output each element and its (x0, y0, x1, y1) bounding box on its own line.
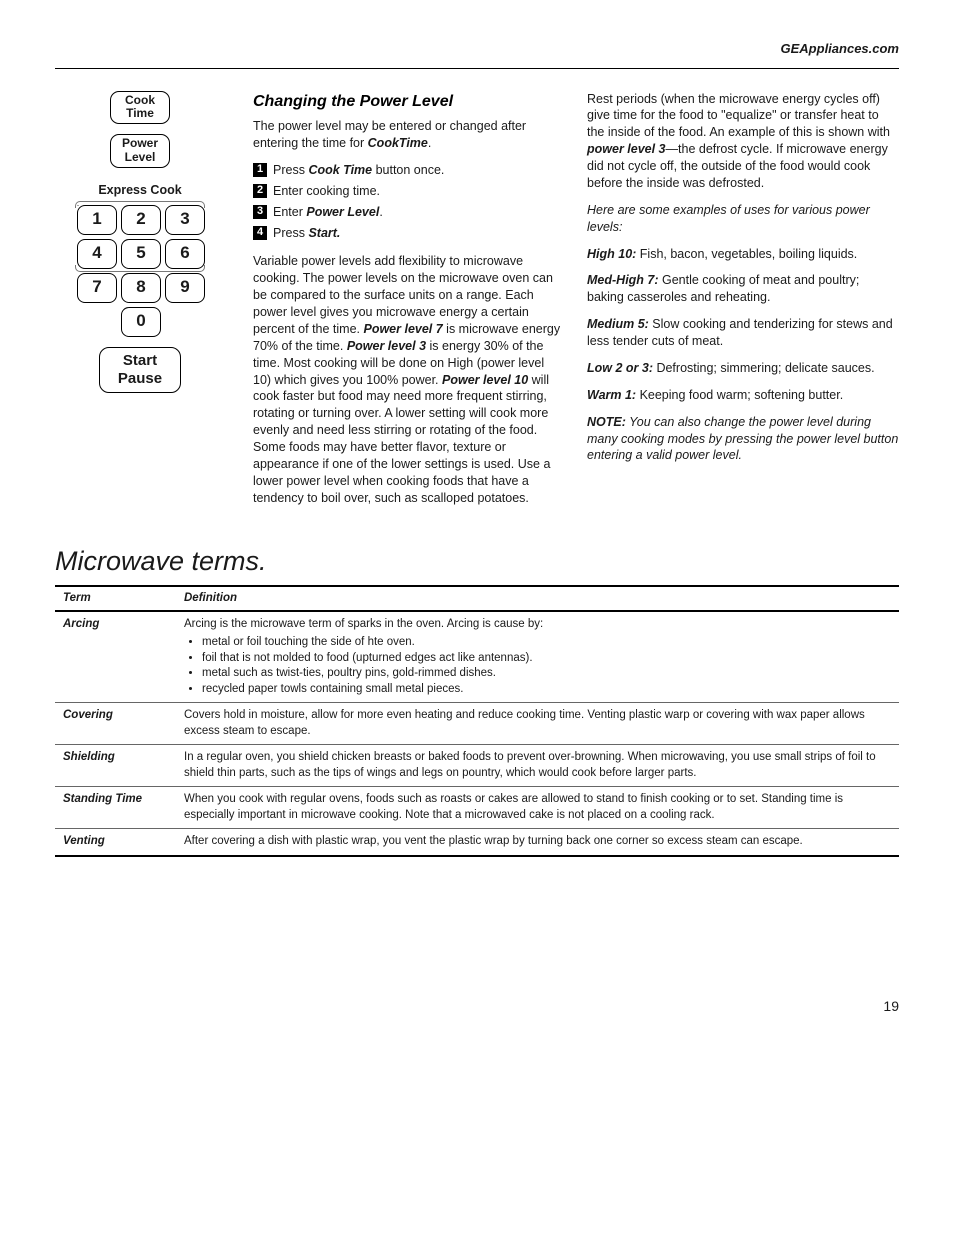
terms-table: Term Definition Arcing Arcing is the mic… (55, 585, 899, 857)
header-url: GEAppliances.com (55, 40, 899, 69)
section-title: Changing the Power Level (253, 91, 565, 113)
table-row: Standing Time When you cook with regular… (55, 787, 899, 829)
step-number-icon: 4 (253, 226, 267, 240)
control-panel-illustration: Cook Time Power Level Express Cook 1 2 3… (55, 91, 225, 517)
power-level-button: Power Level (110, 134, 170, 168)
level-medium5: Medium 5: Slow cooking and tenderizing f… (587, 316, 899, 350)
page-number: 19 (55, 997, 899, 1016)
table-row: Covering Covers hold in moisture, allow … (55, 703, 899, 745)
rest-periods-paragraph: Rest periods (when the microwave energy … (587, 91, 899, 192)
table-row: Arcing Arcing is the microwave term of s… (55, 611, 899, 702)
step-2: 2Enter cooking time. (253, 183, 565, 200)
step-number-icon: 1 (253, 163, 267, 177)
key-2: 2 (121, 205, 161, 235)
numeric-keypad: 1 2 3 4 5 6 7 8 9 0 (77, 205, 203, 337)
table-row: Venting After covering a dish with plast… (55, 829, 899, 856)
level-high10: High 10: Fish, bacon, vegetables, boilin… (587, 246, 899, 263)
level-warm1: Warm 1: Keeping food warm; softening but… (587, 387, 899, 404)
step-number-icon: 3 (253, 205, 267, 219)
col-header-term: Term (55, 586, 176, 612)
microwave-terms-heading: Microwave terms. (55, 543, 899, 579)
key-8: 8 (121, 273, 161, 303)
right-column: Rest periods (when the microwave energy … (587, 91, 899, 517)
key-9: 9 (165, 273, 205, 303)
step-number-icon: 2 (253, 184, 267, 198)
level-medhigh7: Med-High 7: Gentle cooking of meat and p… (587, 272, 899, 306)
start-pause-button: Start Pause (99, 347, 181, 393)
key-0: 0 (121, 307, 161, 337)
step-1: 1Press Cook Time button once. (253, 162, 565, 179)
express-cook-label: Express Cook (55, 182, 225, 199)
col-header-definition: Definition (176, 586, 899, 612)
key-3: 3 (165, 205, 205, 235)
key-1: 1 (77, 205, 117, 235)
step-4: 4Press Start. (253, 225, 565, 242)
cook-time-button: Cook Time (110, 91, 170, 125)
key-7: 7 (77, 273, 117, 303)
instruction-columns: Changing the Power Level The power level… (253, 91, 899, 517)
left-column: Changing the Power Level The power level… (253, 91, 565, 517)
note-paragraph: NOTE: You can also change the power leve… (587, 414, 899, 465)
step-3: 3Enter Power Level. (253, 204, 565, 221)
intro-paragraph: The power level may be entered or change… (253, 118, 565, 152)
level-low23: Low 2 or 3: Defrosting; simmering; delic… (587, 360, 899, 377)
top-section: Cook Time Power Level Express Cook 1 2 3… (55, 91, 899, 517)
power-level-paragraph: Variable power levels add flexibility to… (253, 253, 565, 506)
examples-lead: Here are some examples of uses for vario… (587, 202, 899, 236)
table-row: Shielding In a regular oven, you shield … (55, 745, 899, 787)
